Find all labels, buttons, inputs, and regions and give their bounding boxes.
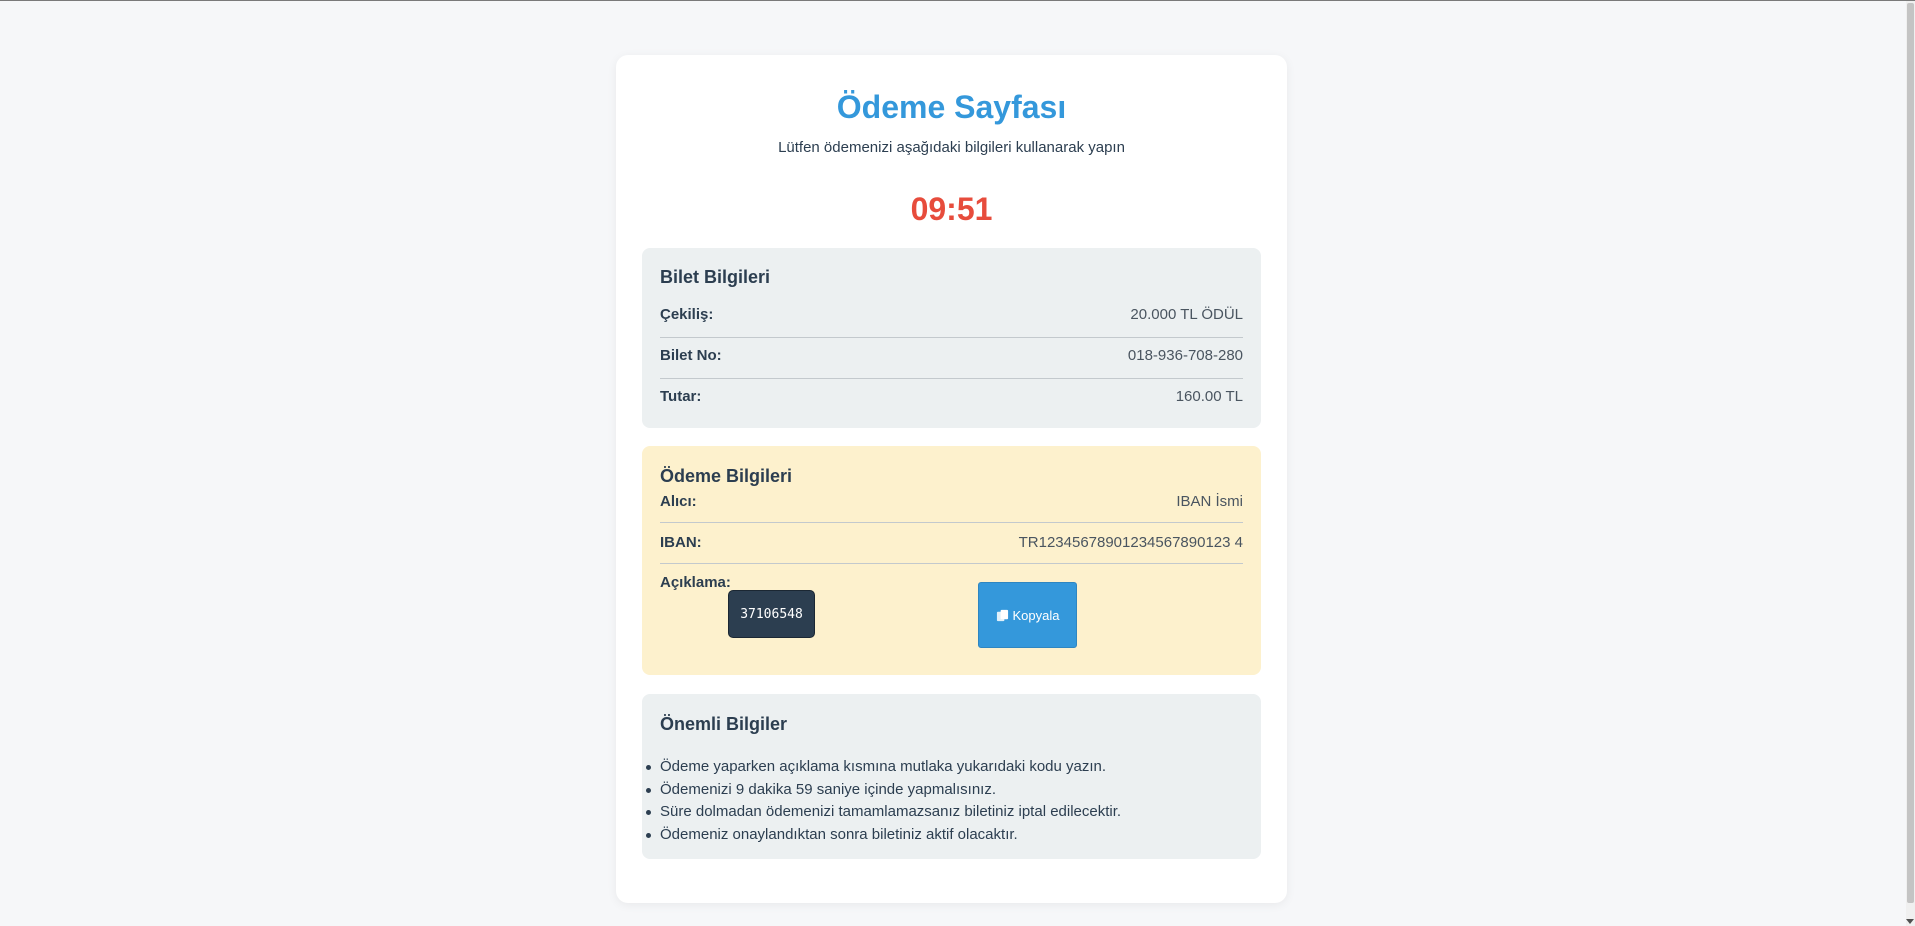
scroll-down-arrow-icon[interactable] [1906, 919, 1914, 924]
row-label: Çekiliş: [660, 305, 714, 323]
row-value: IBAN İsmi [1176, 492, 1243, 510]
divider [660, 563, 1243, 564]
ticket-row-number: Bilet No: 018-936-708-280 [660, 335, 1243, 375]
countdown-timer: 09:51 [910, 191, 993, 227]
ticket-row-amount: Tutar: 160.00 TL [660, 376, 1243, 416]
ticket-info-heading: Bilet Bilgileri [660, 267, 771, 287]
important-info-list: Ödeme yaparken açıklama kısmına mutlaka … [645, 756, 1121, 847]
row-label: IBAN: [660, 533, 702, 551]
payment-row-recipient: Alıcı: IBAN İsmi [660, 481, 1243, 521]
row-label: Tutar: [660, 387, 702, 405]
row-label: Alıcı: [660, 492, 697, 510]
list-item: Ödemenizi 9 dakika 59 saniye içinde yapm… [645, 779, 1121, 802]
row-value: 20.000 TL ÖDÜL [1130, 305, 1243, 323]
row-value: 160.00 TL [1175, 387, 1243, 405]
payment-row-iban: IBAN: TR12345678901234567890123 4 [660, 522, 1243, 562]
iban-value: TR12345678901234567890123 4 [1018, 533, 1243, 551]
copy-button-label: Kopyala [1012, 607, 1060, 623]
copy-icon [996, 609, 1008, 621]
important-info-heading: Önemli Bilgiler [660, 714, 788, 734]
list-item: Süre dolmadan ödemenizi tamamlamazsanız … [645, 801, 1121, 824]
copy-button[interactable]: Kopyala [978, 582, 1077, 648]
page-title: Ödeme Sayfası [836, 89, 1067, 125]
ticket-info-section: Bilet Bilgileri Çekiliş: 20.000 TL ÖDÜL … [642, 248, 1261, 428]
row-value: 018-936-708-280 [1127, 346, 1243, 364]
important-info-section: Önemli Bilgiler Ödeme yaparken açıklama … [642, 694, 1261, 859]
description-code[interactable]: 37106548 [728, 590, 815, 638]
scrollbar-thumb[interactable] [1907, 3, 1914, 903]
scrollbar[interactable] [1906, 1, 1915, 926]
ticket-row-draw: Çekiliş: 20.000 TL ÖDÜL [660, 294, 1243, 334]
payment-info-section: Ödeme Bilgileri Alıcı: IBAN İsmi IBAN: T… [642, 446, 1261, 675]
payment-card: Ödeme Sayfası Lütfen ödemenizi aşağıdaki… [616, 55, 1287, 903]
list-item: Ödeme yaparken açıklama kısmına mutlaka … [645, 756, 1121, 779]
list-item: Ödemeniz onaylandıktan sonra biletiniz a… [645, 824, 1121, 847]
description-label: Açıklama: [660, 574, 731, 591]
page-subtitle: Lütfen ödemenizi aşağıdaki bilgileri kul… [778, 139, 1125, 156]
row-label: Bilet No: [660, 346, 722, 364]
